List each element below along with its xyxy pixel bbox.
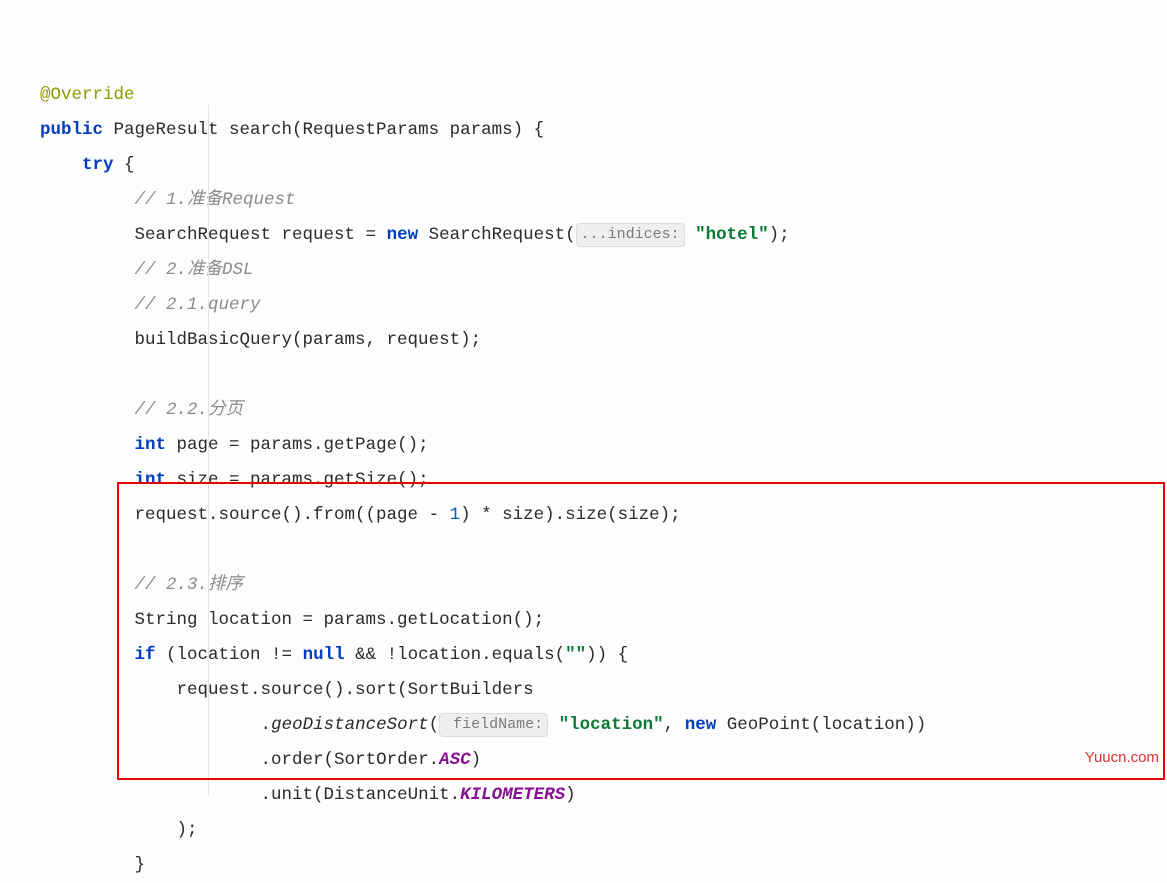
comment: // 1.准备Request [135, 190, 296, 210]
param-hint: fieldName: [439, 713, 548, 737]
annotation: @Override [40, 85, 135, 105]
code-editor: @Override public PageResult search(Reque… [0, 0, 1167, 883]
sig: PageResult search(RequestParams params) … [103, 120, 544, 140]
watermark: Yuucn.com [1085, 740, 1159, 775]
comment: // 2.2.分页 [135, 400, 244, 420]
kw-public: public [40, 120, 103, 140]
kw-try: try [82, 155, 114, 175]
comment: // 2.准备DSL [135, 260, 254, 280]
comment: // 2.3.排序 [135, 575, 244, 595]
param-hint: ...indices: [576, 223, 685, 247]
comment: // 2.1.query [135, 295, 261, 315]
